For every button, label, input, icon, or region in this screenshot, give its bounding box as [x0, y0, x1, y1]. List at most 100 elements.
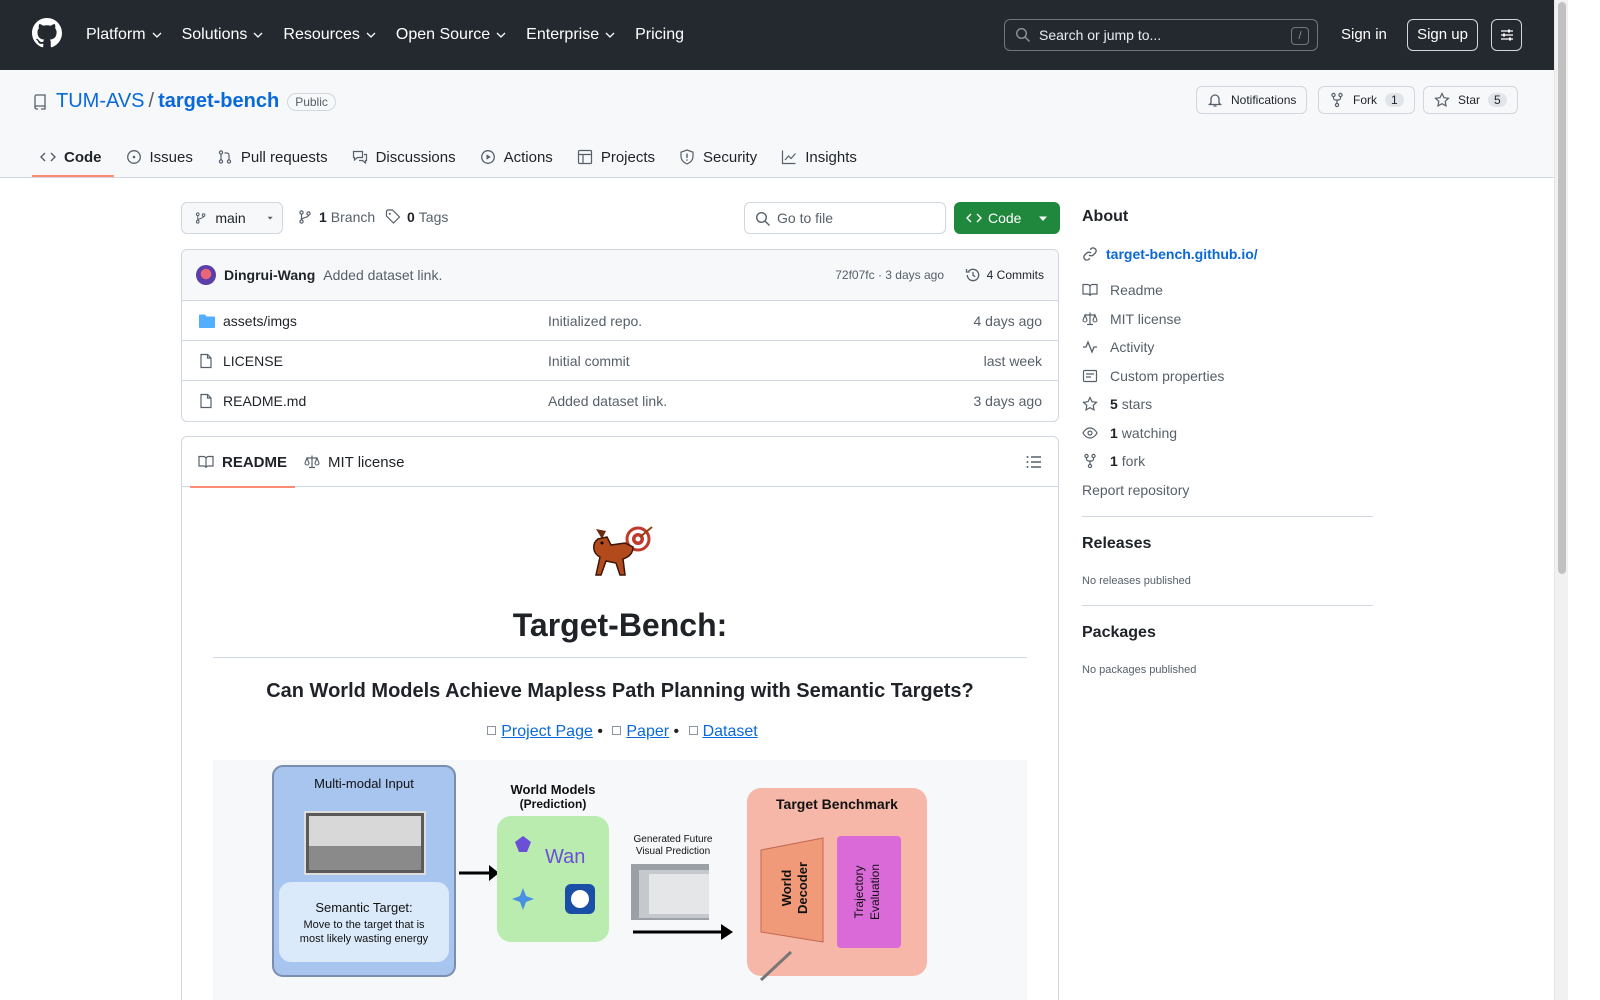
latest-commit-bar: Dingrui-Wang Added dataset link. 72f07fc…	[182, 250, 1058, 301]
code-button-label: Code	[988, 210, 1022, 226]
sidebar-item-readme[interactable]: Readme	[1082, 282, 1163, 298]
nav-open-source[interactable]: Open Source	[396, 26, 506, 44]
title-divider	[213, 657, 1027, 658]
paper-link[interactable]: Paper	[626, 723, 669, 740]
table-row[interactable]: LICENSE Initial commit last week	[182, 341, 1058, 381]
code-dropdown-button[interactable]: Code	[954, 202, 1060, 234]
sidebar-item-label: MIT license	[1110, 311, 1182, 327]
file-name-link[interactable]: LICENSE	[223, 353, 283, 369]
nav-enterprise-label: Enterprise	[526, 26, 600, 43]
sidebar-item-label: Custom properties	[1110, 368, 1225, 384]
caret-down-icon	[1039, 216, 1047, 221]
tab-discussions[interactable]: Discussions	[344, 138, 468, 176]
menu-button[interactable]	[1491, 19, 1522, 51]
page-scrollbar[interactable]	[1554, 0, 1568, 1000]
readme-links: Project Page • Paper • Dataset	[213, 723, 1027, 741]
file-commit-message[interactable]: Initial commit	[548, 353, 630, 369]
tab-pull-requests[interactable]: Pull requests	[209, 138, 340, 176]
mascot-logo-icon	[593, 526, 653, 576]
packages-heading[interactable]: Packages	[1082, 624, 1156, 642]
repo-owner-link[interactable]: TUM-AVS	[56, 90, 145, 113]
commit-message-link[interactable]: Added dataset link.	[323, 267, 442, 283]
nav-platform[interactable]: Platform	[86, 26, 162, 44]
dataset-link[interactable]: Dataset	[703, 723, 758, 740]
search-placeholder: Search or jump to...	[1039, 27, 1162, 43]
commits-link[interactable]: 4 Commits	[965, 267, 1044, 283]
note-icon	[1082, 369, 1098, 383]
sidebar-item-activity[interactable]: Activity	[1082, 339, 1154, 355]
list-icon[interactable]	[1026, 455, 1042, 469]
semantic-target-line1: Move to the target that is	[303, 919, 425, 931]
releases-note: No releases published	[1082, 575, 1191, 587]
branches-link[interactable]: 1 Branch	[297, 209, 375, 225]
project-page-link[interactable]: Project Page	[501, 723, 593, 740]
commit-sha-link[interactable]: 72f07fc · 3 days ago	[835, 268, 944, 282]
nav-solutions[interactable]: Solutions	[182, 26, 264, 44]
commits-count: 4 Commits	[986, 268, 1044, 282]
pulse-icon	[1083, 340, 1097, 354]
sidebar-item-custom-properties[interactable]: Custom properties	[1082, 368, 1224, 384]
notifications-button[interactable]: Notifications	[1196, 86, 1308, 114]
fork-label: Fork	[1353, 93, 1377, 107]
tab-actions-label: Actions	[503, 148, 553, 166]
play-icon	[480, 150, 495, 164]
table-row[interactable]: README.md Added dataset link. 3 days ago	[182, 381, 1058, 421]
book-icon	[198, 455, 214, 469]
tab-readme-label: README	[222, 453, 288, 471]
file-commit-message[interactable]: Added dataset link.	[548, 393, 667, 409]
nav-enterprise[interactable]: Enterprise	[526, 26, 615, 44]
chevron-down-icon	[366, 32, 376, 38]
star-count: 5	[1488, 93, 1507, 107]
sign-up-button[interactable]: Sign up	[1407, 19, 1478, 51]
avatar[interactable]	[196, 265, 216, 285]
file-date: last week	[983, 352, 1042, 369]
star-button[interactable]: Star 5	[1423, 86, 1518, 114]
tab-security[interactable]: Security	[671, 138, 769, 176]
go-to-file-input[interactable]: Go to file	[744, 202, 946, 234]
tab-issues[interactable]: Issues	[118, 138, 205, 176]
search-input[interactable]: Search or jump to... /	[1004, 19, 1318, 51]
world-models-subtitle: (Prediction)	[520, 797, 587, 811]
sidebar-item-watching[interactable]: 1 watching	[1082, 425, 1177, 441]
sidebar-item-forks[interactable]: 1 fork	[1082, 453, 1145, 469]
sign-in-link[interactable]: Sign in	[1341, 26, 1387, 43]
releases-heading[interactable]: Releases	[1082, 535, 1151, 553]
tab-code[interactable]: Code	[32, 138, 114, 177]
stars-label: stars	[1121, 396, 1153, 412]
branch-selector[interactable]: main	[181, 202, 283, 234]
trajectory-line1: Trajectory	[852, 866, 866, 919]
code-icon	[40, 152, 56, 162]
semantic-target-line2: most likely wasting energy	[300, 933, 429, 945]
table-row[interactable]: assets/imgs Initialized repo. 4 days ago	[182, 301, 1058, 341]
github-logo-icon[interactable]	[32, 18, 62, 48]
code-icon	[966, 213, 982, 223]
nav-pricing[interactable]: Pricing	[635, 26, 684, 44]
fork-button[interactable]: Fork 1	[1318, 86, 1415, 114]
tab-insights[interactable]: Insights	[773, 138, 869, 176]
sidebar-item-stars[interactable]: 5 stars	[1082, 396, 1152, 412]
git-branch-icon	[195, 212, 206, 224]
file-name-link[interactable]: README.md	[223, 393, 306, 409]
branch-name: main	[215, 210, 246, 226]
tab-license[interactable]: MIT license	[304, 437, 404, 487]
tab-projects-label: Projects	[600, 148, 655, 166]
website-link[interactable]: target-bench.github.io/	[1082, 246, 1258, 262]
scrollbar-thumb[interactable]	[1558, 2, 1566, 574]
file-icon	[200, 393, 212, 409]
repo-name-link[interactable]: target-bench	[158, 90, 279, 113]
file-commit-message[interactable]: Initialized repo.	[548, 313, 642, 329]
tab-readme[interactable]: README	[189, 437, 296, 488]
sidebar-item-license[interactable]: MIT license	[1082, 311, 1181, 327]
caret-down-icon	[267, 216, 273, 220]
readme-tabs: README MIT license	[182, 437, 1058, 488]
nav-platform-label: Platform	[86, 26, 146, 43]
commit-author-link[interactable]: Dingrui-Wang	[224, 267, 315, 283]
tab-actions[interactable]: Actions	[472, 138, 565, 176]
sidebar-item-label: Activity	[1110, 339, 1155, 355]
nav-resources[interactable]: Resources	[283, 26, 376, 44]
file-name-link[interactable]: assets/imgs	[223, 313, 297, 329]
report-repository-link[interactable]: Report repository	[1082, 482, 1189, 498]
tags-link[interactable]: 0 Tags	[385, 209, 448, 225]
shield-icon	[680, 149, 694, 165]
tab-projects[interactable]: Projects	[569, 138, 667, 176]
